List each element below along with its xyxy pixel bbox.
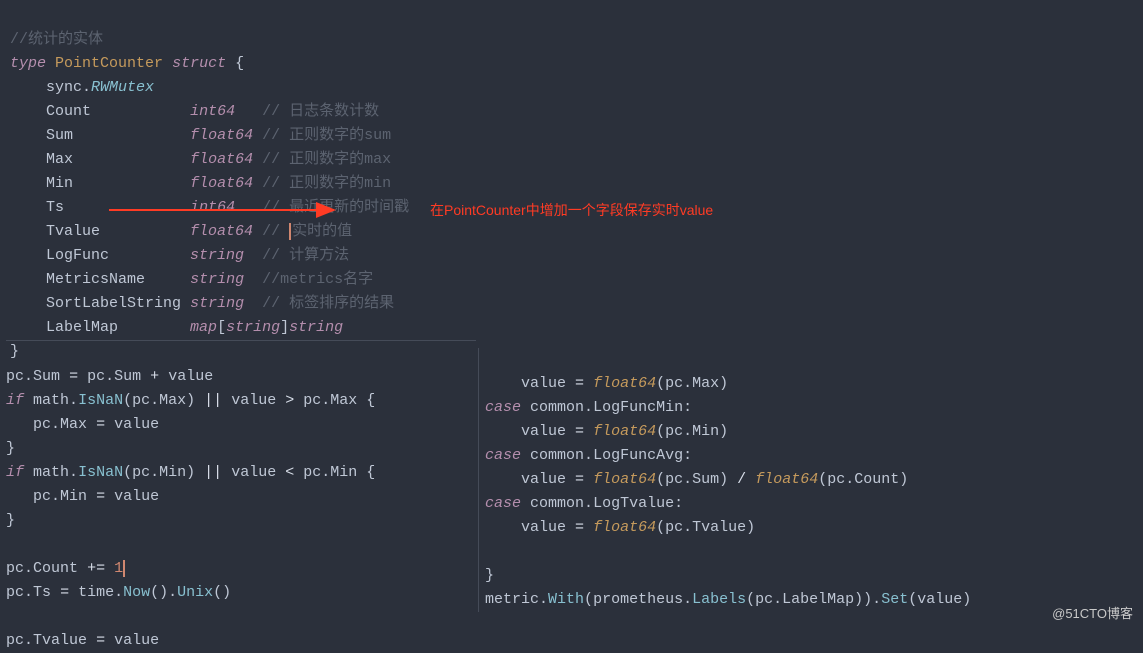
field-min: Min xyxy=(46,175,73,192)
right-code-block: value = float64(pc.Max) case common.LogF… xyxy=(478,348,1098,612)
type-pointcounter: PointCounter xyxy=(55,55,163,72)
kw-type: type xyxy=(10,55,46,72)
field-tvalue: Tvalue xyxy=(46,223,100,240)
comment-struct-header: //统计的实体 xyxy=(10,31,103,48)
kw-struct: struct xyxy=(172,55,226,72)
struct-definition-block: //统计的实体 type PointCounter struct { sync.… xyxy=(10,4,880,364)
rwmutex: RWMutex xyxy=(91,79,154,96)
field-sum: Sum xyxy=(46,127,73,144)
editor-gutter xyxy=(0,0,4,632)
field-metrics: MetricsName xyxy=(46,271,145,288)
field-ts: Ts xyxy=(46,199,64,216)
field-labelmap: LabelMap xyxy=(46,319,118,336)
annotation-text: 在PointCounter中增加一个字段保存实时value xyxy=(430,198,713,222)
field-count: Count xyxy=(46,103,91,120)
left-code-block: pc.Sum = pc.Sum + value if math.IsNaN(pc… xyxy=(6,340,476,653)
code-editor[interactable]: //统计的实体 type PointCounter struct { sync.… xyxy=(0,0,1143,632)
field-max: Max xyxy=(46,151,73,168)
embed-sync: sync xyxy=(46,79,82,96)
field-logfunc: LogFunc xyxy=(46,247,109,264)
watermark-text: @51CTO博客 xyxy=(1052,602,1133,626)
field-sortlabel: SortLabelString xyxy=(46,295,181,312)
